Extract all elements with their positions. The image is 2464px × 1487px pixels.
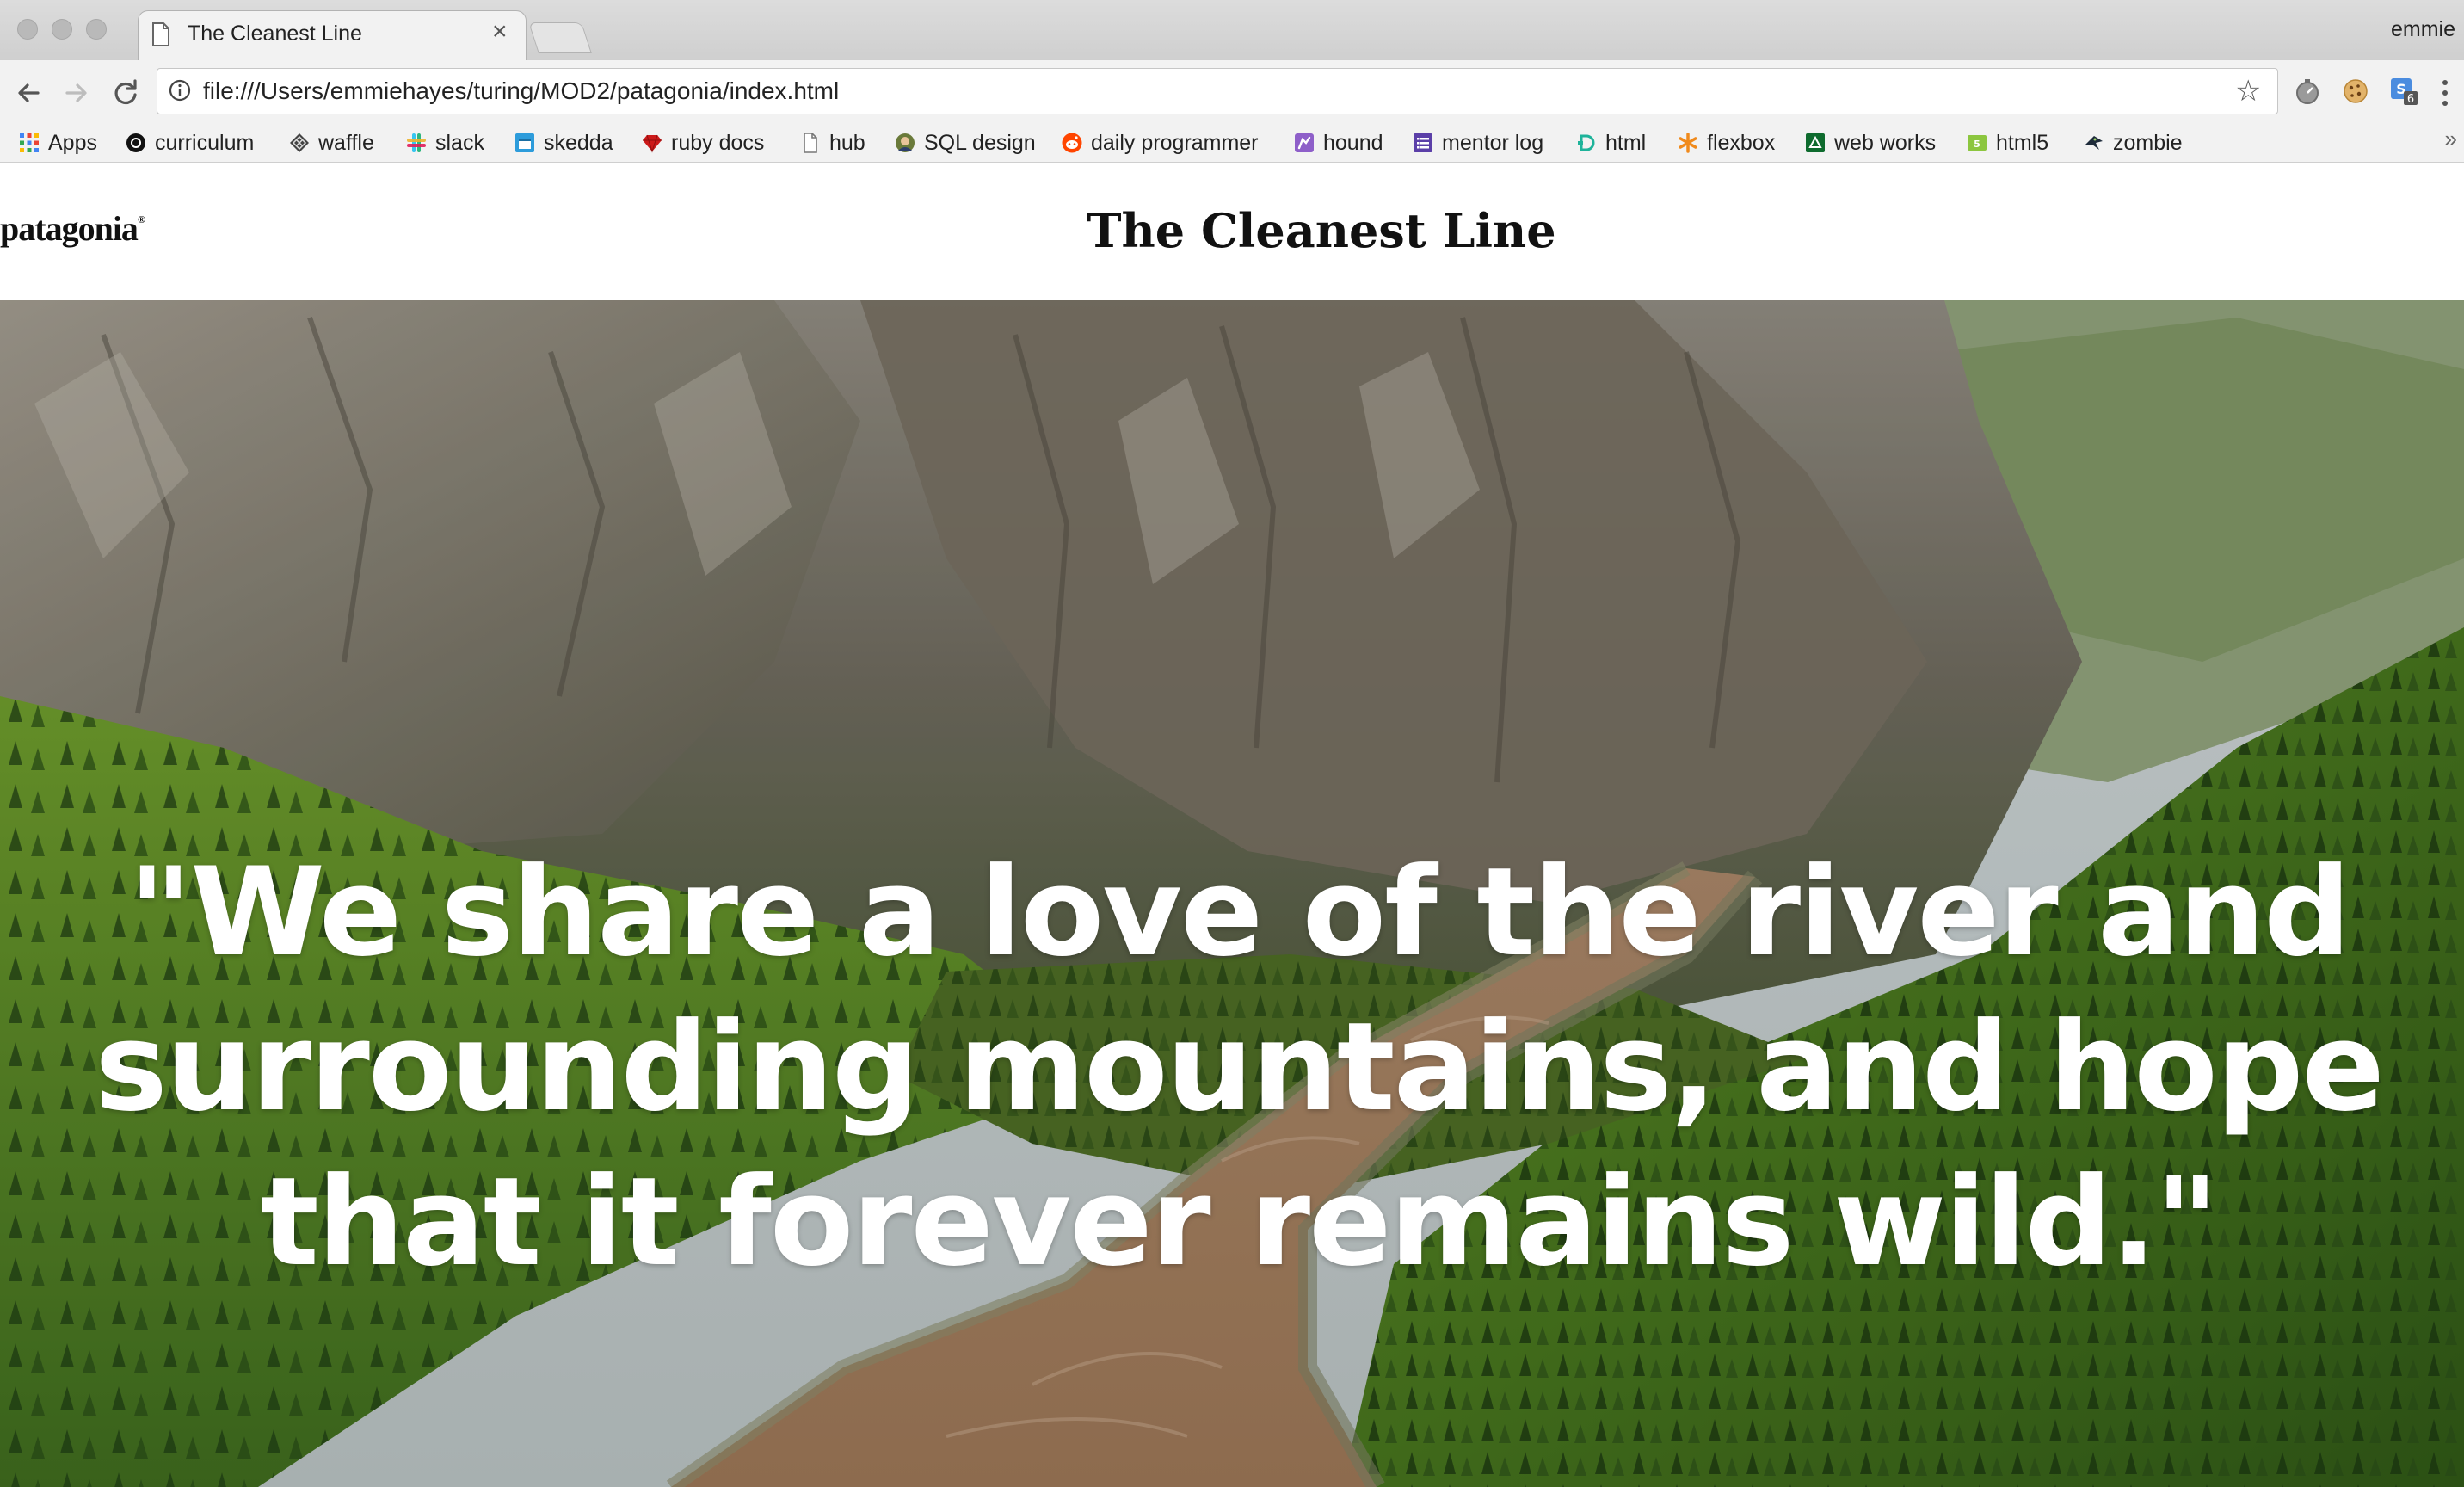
apps-grid-icon <box>20 133 39 152</box>
skedda-icon <box>515 133 534 152</box>
translate-extension-icon[interactable]: S 6 <box>2388 76 2419 107</box>
zombie-icon <box>2085 136 2103 150</box>
bookmark-label: curriculum <box>155 130 255 155</box>
url-text[interactable]: file:///Users/emmiehayes/turing/MOD2/pat… <box>203 77 839 105</box>
bookmark-html5[interactable]: 5 html5 <box>1967 127 2048 158</box>
page-icon <box>152 22 169 46</box>
reload-icon[interactable] <box>108 76 143 110</box>
chrome-menu-icon[interactable] <box>2442 77 2449 108</box>
bookmark-label: hound <box>1323 130 1383 155</box>
ruby-icon <box>643 134 662 153</box>
html-d-icon <box>1578 134 1595 151</box>
tab-strip: The Cleanest Line × emmie <box>0 0 2464 62</box>
bookmark-daily-programmer[interactable]: daily programmer <box>1062 127 1259 158</box>
info-icon[interactable] <box>169 79 191 102</box>
page-icon <box>804 133 817 153</box>
bookmark-mentor-log[interactable]: mentor log <box>1413 127 1543 158</box>
cookie-extension-icon[interactable] <box>2340 76 2371 107</box>
new-tab-button[interactable] <box>528 22 592 53</box>
bookmark-label: waffle <box>318 130 374 155</box>
hero-quote: "We share a love of the river and surrou… <box>95 842 2385 1293</box>
bookmark-label: html5 <box>1996 130 2049 155</box>
bookmark-label: flexbox <box>1707 130 1776 155</box>
hound-icon <box>1295 133 1314 152</box>
bookmark-label: daily programmer <box>1091 130 1259 155</box>
html5-icon: 5 <box>1968 135 1987 151</box>
webworks-icon <box>1806 133 1825 152</box>
close-icon[interactable]: × <box>492 19 508 45</box>
asterisk-icon <box>1679 133 1697 153</box>
bookmark-skedda[interactable]: skedda <box>514 127 613 158</box>
bookmark-web-works[interactable]: web works <box>1805 127 1936 158</box>
close-window-button[interactable] <box>17 19 38 40</box>
hero-banner: "We share a love of the river and surrou… <box>0 300 2464 1487</box>
forward-arrow-icon[interactable] <box>59 76 93 110</box>
bookmark-html[interactable]: html <box>1576 127 1646 158</box>
bookmark-label: zombie <box>2113 130 2183 155</box>
bookmark-curriculum[interactable]: curriculum <box>126 127 254 158</box>
bookmark-ruby-docs[interactable]: ruby docs <box>642 127 764 158</box>
minimize-window-button[interactable] <box>52 19 72 40</box>
bookmark-label: slack <box>435 130 484 155</box>
page-title: The Cleanest Line <box>1087 203 1556 258</box>
waffle-icon <box>290 133 309 152</box>
bookmark-apps[interactable]: Apps <box>19 127 97 158</box>
tab-title: The Cleanest Line <box>188 22 362 46</box>
bookmark-label: SQL design <box>924 130 1036 155</box>
list-icon <box>1414 133 1432 152</box>
back-arrow-icon[interactable] <box>12 76 46 110</box>
bookmark-label: skedda <box>544 130 613 155</box>
timer-extension-icon[interactable] <box>2292 76 2323 107</box>
sql-avatar-icon <box>896 133 915 152</box>
bookmark-flexbox[interactable]: flexbox <box>1678 127 1775 158</box>
zoom-window-button[interactable] <box>86 19 107 40</box>
extension-badge-count: 6 <box>2407 93 2414 106</box>
bookmark-label: mentor log <box>1442 130 1544 155</box>
bookmark-sql-design[interactable]: SQL design <box>895 127 1036 158</box>
slack-icon <box>407 133 426 152</box>
bookmark-label: Apps <box>48 130 97 155</box>
bookmark-label: html <box>1605 130 1647 155</box>
bookmark-hound[interactable]: hound <box>1294 127 1383 158</box>
bookmark-hub[interactable]: hub <box>800 127 865 158</box>
bookmark-zombie[interactable]: zombie <box>2084 127 2183 158</box>
profile-name[interactable]: emmie <box>2391 17 2455 42</box>
bookmark-waffle[interactable]: waffle <box>289 127 374 158</box>
turing-icon <box>126 133 145 152</box>
bookmark-star-icon[interactable]: ☆ <box>2235 74 2261 108</box>
bookmark-label: web works <box>1834 130 1937 155</box>
bookmark-label: ruby docs <box>671 130 765 155</box>
more-bookmarks-chevron-icon[interactable]: » <box>2445 126 2457 152</box>
svg-text:5: 5 <box>1974 139 1980 150</box>
bookmark-label: hub <box>829 130 865 155</box>
bookmark-slack[interactable]: slack <box>406 127 484 158</box>
reddit-icon <box>1062 133 1082 153</box>
